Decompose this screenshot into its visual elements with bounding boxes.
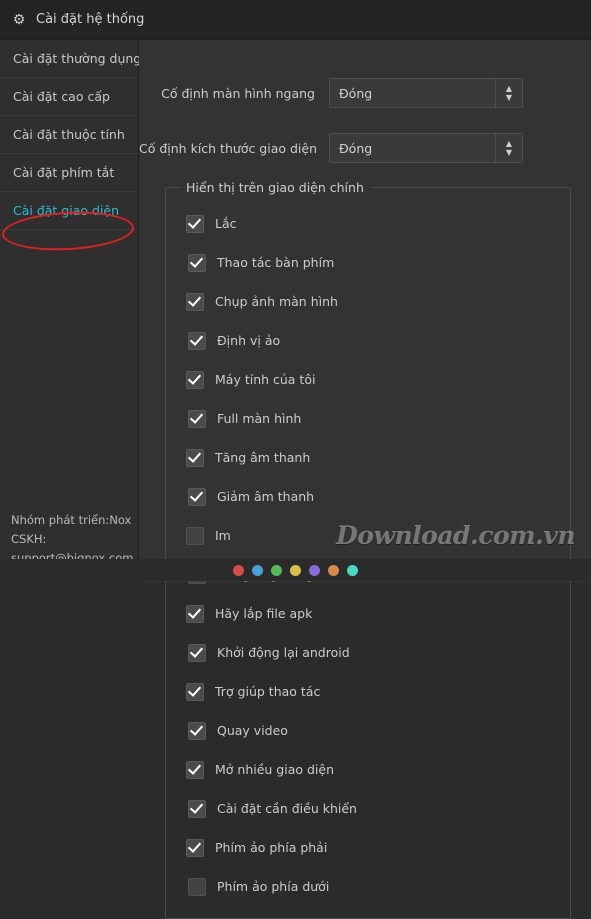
option-virtual-keys-bottom[interactable]: Phím ảo phía dưới bbox=[174, 867, 382, 906]
main-panel: Cố định màn hình ngang Đóng ▲ ▼ Cố định … bbox=[139, 40, 591, 919]
option-virtual-location[interactable]: Định vị ảo bbox=[174, 321, 382, 360]
option-label: Cài đặt cần điều khiển bbox=[217, 801, 357, 816]
option-label: Tăng âm thanh bbox=[215, 450, 311, 465]
checkbox-controller-settings[interactable] bbox=[188, 799, 206, 818]
option-label: Máy tính của tôi bbox=[215, 372, 316, 387]
field-row-landscape: Cố định màn hình ngang Đóng ▲ ▼ bbox=[139, 78, 591, 108]
option-volume-down[interactable]: Giảm âm thanh bbox=[174, 477, 382, 516]
option-virtual-keys-right[interactable]: Phím ảo phía phải bbox=[174, 828, 380, 867]
settings-window: ⚙ Cài đặt hệ thống Cài đặt thường dụng C… bbox=[0, 0, 591, 919]
checkbox-record-video[interactable] bbox=[188, 721, 206, 740]
content-area: Cài đặt thường dụng Cài đặt cao cấp Cài … bbox=[0, 40, 591, 919]
group-title: Hiển thị trên giao diện chính bbox=[180, 180, 370, 195]
status-dot bbox=[347, 564, 358, 576]
checkbox-screenshot[interactable] bbox=[186, 292, 204, 311]
checkbox-operation-help[interactable] bbox=[186, 682, 204, 701]
option-fullscreen[interactable]: Full màn hình bbox=[174, 399, 382, 438]
sidebar-item-common[interactable]: Cài đặt thường dụng bbox=[0, 40, 141, 78]
chevron-down-icon[interactable]: ▼ bbox=[506, 93, 512, 102]
field-landscape-value[interactable]: Đóng bbox=[330, 79, 495, 107]
option-volume-up[interactable]: Tăng âm thanh bbox=[174, 438, 380, 477]
spinner-arrows-icon[interactable]: ▲ ▼ bbox=[495, 134, 522, 162]
sidebar: Cài đặt thường dụng Cài đặt cao cấp Cài … bbox=[0, 40, 141, 582]
option-screenshot[interactable]: Chụp ảnh màn hình bbox=[174, 282, 380, 321]
sidebar-item-properties[interactable]: Cài đặt thuộc tính bbox=[0, 116, 138, 154]
option-label: Khởi động lại android bbox=[217, 645, 350, 660]
checkbox-install-apk[interactable] bbox=[186, 604, 204, 623]
field-resolution-spinner[interactable]: Đóng ▲ ▼ bbox=[329, 133, 523, 163]
checkbox-restart-android[interactable] bbox=[188, 643, 206, 662]
sidebar-item-interface[interactable]: Cài đặt giao diện bbox=[0, 192, 138, 230]
checkbox-mute[interactable] bbox=[186, 526, 204, 545]
spinner-arrows-icon[interactable]: ▲ ▼ bbox=[495, 79, 522, 107]
gear-icon: ⚙ bbox=[12, 11, 26, 28]
option-label: Phím ảo phía dưới bbox=[217, 879, 330, 894]
checkbox-my-computer[interactable] bbox=[186, 370, 204, 389]
option-label: Thao tác bàn phím bbox=[217, 255, 335, 270]
option-label: Full màn hình bbox=[217, 411, 302, 426]
chevron-down-icon[interactable]: ▼ bbox=[506, 148, 512, 157]
option-label: Trợ giúp thao tác bbox=[215, 684, 321, 699]
field-label-resolution: Cố định kích thước giao diện bbox=[139, 140, 318, 156]
sidebar-item-shortcuts[interactable]: Cài đặt phím tắt bbox=[0, 154, 138, 192]
checkbox-shake[interactable] bbox=[186, 214, 204, 233]
status-dot bbox=[271, 564, 282, 576]
option-label: Hãy lắp file apk bbox=[215, 606, 313, 621]
checkbox-virtual-keys-right[interactable] bbox=[186, 838, 204, 857]
watermark: Download.com.vn bbox=[336, 521, 575, 550]
option-record-video[interactable]: Quay video bbox=[174, 711, 382, 750]
checkbox-virtual-location[interactable] bbox=[188, 331, 206, 350]
status-dots bbox=[0, 559, 591, 581]
sidebar-item-advanced[interactable]: Cài đặt cao cấp bbox=[0, 78, 138, 116]
option-label: Giảm âm thanh bbox=[217, 489, 315, 504]
option-label: Lắc bbox=[215, 216, 237, 231]
checkbox-keyboard[interactable] bbox=[188, 253, 206, 272]
status-dot bbox=[290, 564, 301, 576]
field-label-landscape: Cố định màn hình ngang bbox=[161, 85, 315, 101]
option-label: Định vị ảo bbox=[217, 333, 281, 348]
checkbox-volume-down[interactable] bbox=[188, 487, 206, 506]
field-row-resolution: Cố định kích thước giao diện Đóng ▲ ▼ bbox=[139, 133, 591, 163]
option-label: Quay video bbox=[217, 723, 288, 738]
options-grid: Lắc Thao tác bàn phím Chụp ảnh màn hình … bbox=[174, 198, 562, 906]
footer-support-label: CSKH: bbox=[11, 532, 47, 546]
status-dot bbox=[233, 564, 244, 576]
checkbox-virtual-keys-bottom[interactable] bbox=[188, 877, 206, 896]
field-resolution-value[interactable]: Đóng bbox=[330, 134, 495, 162]
status-dot bbox=[252, 564, 263, 576]
option-my-computer[interactable]: Máy tính của tôi bbox=[174, 360, 380, 399]
watermark-text: Download bbox=[336, 521, 471, 550]
option-restart-android[interactable]: Khởi động lại android bbox=[174, 633, 382, 672]
option-controller-settings[interactable]: Cài đặt cần điều khiển bbox=[174, 789, 382, 828]
checkbox-volume-up[interactable] bbox=[186, 448, 204, 467]
field-landscape-spinner[interactable]: Đóng ▲ ▼ bbox=[329, 78, 523, 108]
footer-team: Nhóm phát triển:Nox bbox=[11, 513, 132, 527]
option-label: Chụp ảnh màn hình bbox=[215, 294, 338, 309]
option-label: Im bbox=[215, 528, 231, 543]
watermark-suffix: .com.vn bbox=[470, 521, 575, 550]
checkbox-fullscreen[interactable] bbox=[188, 409, 206, 428]
status-dot bbox=[309, 564, 320, 576]
chevron-up-icon[interactable]: ▲ bbox=[506, 84, 512, 93]
interface-options-group: Hiển thị trên giao diện chính Lắc Thao t… bbox=[165, 180, 571, 919]
option-multi-instance[interactable]: Mở nhiều giao diện bbox=[174, 750, 380, 789]
status-dot bbox=[328, 564, 339, 576]
option-shake[interactable]: Lắc bbox=[174, 204, 380, 243]
option-operation-help[interactable]: Trợ giúp thao tác bbox=[174, 672, 380, 711]
option-label: Phím ảo phía phải bbox=[215, 840, 328, 855]
option-install-apk[interactable]: Hãy lắp file apk bbox=[174, 594, 380, 633]
title-bar: ⚙ Cài đặt hệ thống bbox=[0, 0, 591, 40]
option-label: Mở nhiều giao diện bbox=[215, 762, 335, 777]
window-title: Cài đặt hệ thống bbox=[36, 12, 145, 27]
chevron-up-icon[interactable]: ▲ bbox=[506, 139, 512, 148]
option-keyboard[interactable]: Thao tác bàn phím bbox=[174, 243, 382, 282]
checkbox-multi-instance[interactable] bbox=[186, 760, 204, 779]
